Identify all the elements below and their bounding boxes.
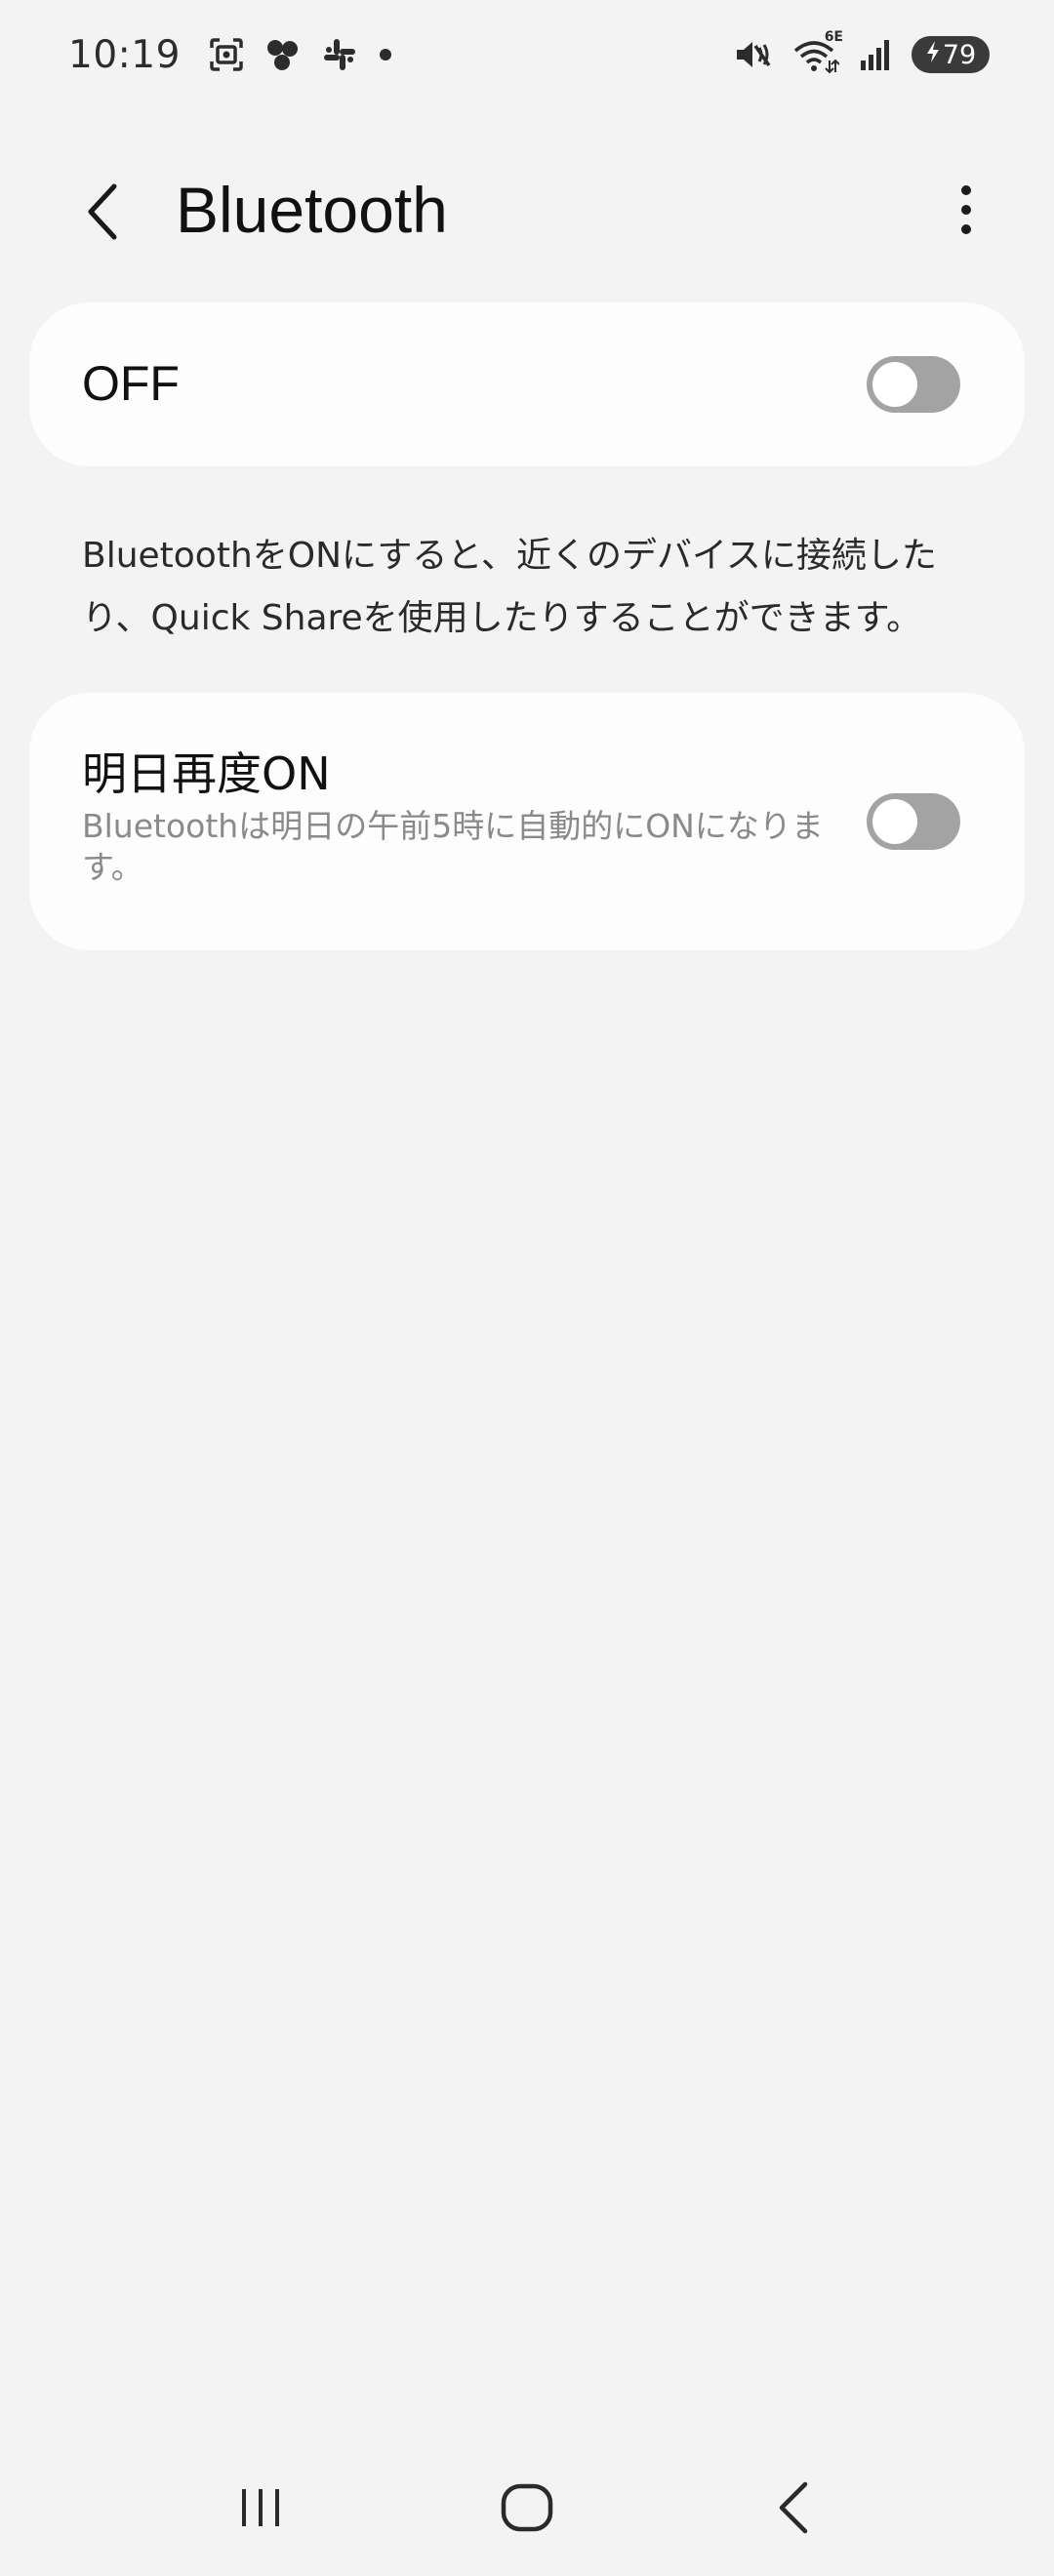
battery-indicator: 79	[912, 36, 990, 73]
back-icon	[780, 2481, 808, 2534]
slack-icon	[321, 36, 358, 73]
notification-dot-icon	[378, 47, 393, 62]
more-vertical-icon	[961, 185, 971, 234]
bluetooth-main-switch-row[interactable]: OFF	[29, 302, 1025, 466]
screenshot-icon	[208, 36, 245, 73]
cellular-signal-icon	[859, 37, 892, 72]
nav-back-button[interactable]	[740, 2459, 847, 2556]
wifi-6e-badge: 6E	[824, 29, 843, 45]
app-blobs-icon	[264, 36, 302, 73]
app-bar: Bluetooth	[0, 156, 1054, 263]
chevron-left-icon	[88, 183, 117, 240]
more-options-button[interactable]	[937, 176, 995, 244]
toggle-knob	[872, 799, 917, 844]
bluetooth-state-label: OFF	[82, 356, 180, 411]
home-icon	[501, 2483, 553, 2532]
charging-bolt-icon	[925, 40, 941, 70]
battery-level: 79	[942, 39, 977, 70]
toggle-knob	[872, 362, 917, 407]
recent-apps-button[interactable]	[207, 2459, 314, 2556]
status-left: 10:19	[68, 33, 413, 77]
status-time: 10:19	[68, 32, 181, 77]
page-title: Bluetooth	[176, 174, 448, 246]
status-bar: 10:19 6E 79	[0, 0, 1054, 109]
recent-apps-icon	[241, 2489, 279, 2526]
system-nav-bar	[0, 2439, 1054, 2576]
bluetooth-settings-screen: 10:19 6E 79 Bluetooth OFF BluetoothをONにす…	[0, 0, 1054, 2576]
turn-on-tomorrow-row[interactable]: 明日再度ON Bluetoothは明日の午前5時に自動的にONになります。	[29, 693, 1025, 950]
back-button[interactable]	[68, 178, 137, 246]
bluetooth-description: BluetoothをONにすると、近くのデバイスに接続したり、Quick Sha…	[82, 536, 937, 638]
mute-vibrate-icon	[734, 36, 773, 73]
bluetooth-toggle[interactable]	[867, 356, 960, 413]
home-button[interactable]	[473, 2459, 581, 2556]
status-right: 6E 79	[734, 29, 990, 74]
turn-on-tomorrow-title: 明日再度ON	[82, 747, 331, 800]
wifi-6e-icon: 6E	[792, 29, 843, 74]
turn-on-tomorrow-summary: Bluetoothは明日の午前5時に自動的にONになります。	[82, 807, 824, 886]
turn-on-tomorrow-toggle[interactable]	[867, 793, 960, 850]
